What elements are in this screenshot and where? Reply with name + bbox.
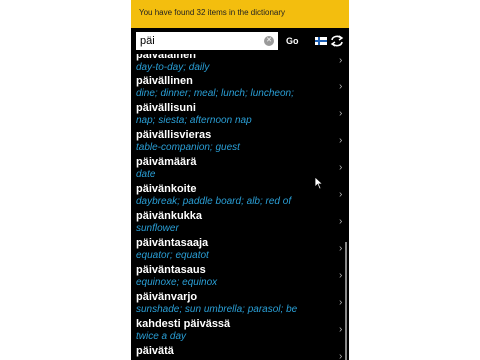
translation: table-companion; guest — [136, 142, 240, 153]
list-item[interactable]: päivällinen dine; dinner; meal; lunch; l… — [131, 74, 349, 101]
headword: päiväntasaaja — [136, 237, 209, 249]
chevron-right-icon: › — [339, 270, 343, 281]
translation: twice a day — [136, 331, 187, 342]
chevron-right-icon: › — [339, 351, 343, 360]
search-input[interactable] — [136, 32, 278, 50]
headword: päivänkoite — [136, 183, 197, 195]
chevron-right-icon: › — [339, 243, 343, 254]
headword: päivänkukka — [136, 210, 203, 222]
list-item[interactable]: päivällisuni nap; siesta; afternoon nap … — [131, 101, 349, 128]
list-item[interactable]: päivänvarjo sunshade; sun umbrella; para… — [131, 290, 349, 317]
translation: sunshade; sun umbrella; parasol; be — [136, 304, 298, 315]
clear-icon[interactable]: ✕ — [264, 36, 274, 46]
headword: päivällisvieras — [136, 129, 212, 141]
headword: päivällinen — [136, 75, 193, 87]
translation: nap; siesta; afternoon nap — [136, 115, 252, 126]
chevron-right-icon: › — [339, 108, 343, 119]
left-margin — [0, 0, 131, 360]
go-button[interactable]: Go — [286, 36, 299, 46]
results-list: päivälainen day-to-day; daily › päivälli… — [131, 54, 349, 360]
list-item[interactable]: päivänkukka sunflower › — [131, 209, 349, 236]
search-bar: ✕ Go — [131, 28, 349, 54]
headword: päivänvarjo — [136, 291, 198, 303]
headword: päivällisuni — [136, 102, 196, 114]
chevron-right-icon: › — [339, 324, 343, 335]
swap-languages-icon[interactable] — [330, 35, 344, 47]
chevron-right-icon: › — [339, 216, 343, 227]
results-banner: You have found 32 items in the dictionar… — [131, 0, 349, 28]
chevron-right-icon: › — [339, 189, 343, 200]
list-item[interactable]: päiväntasaaja equator; equatot › — [131, 236, 349, 263]
translation: daybreak; paddle board; alb; red of — [136, 196, 292, 207]
scrollbar[interactable] — [345, 242, 347, 360]
list-item[interactable]: päiväntasaus equinoxe; equinox › — [131, 263, 349, 290]
finnish-flag-icon[interactable] — [315, 37, 327, 45]
translation: date — [136, 169, 156, 180]
list-item[interactable]: päivällisvieras table-companion; guest › — [131, 128, 349, 155]
list-item[interactable]: kahdesti päivässä twice a day › — [131, 317, 349, 344]
results-count-message: You have found 32 items in the dictionar… — [139, 8, 286, 17]
mouse-cursor-icon — [314, 176, 324, 190]
headword: päivätä — [136, 345, 174, 357]
chevron-right-icon: › — [339, 162, 343, 173]
list-item[interactable]: päivälainen day-to-day; daily › — [131, 54, 349, 75]
right-margin — [349, 0, 480, 360]
chevron-right-icon: › — [339, 81, 343, 92]
translation: day-to-day; daily — [136, 62, 210, 73]
translation: dine; dinner; meal; lunch; luncheon; — [136, 88, 294, 99]
chevron-right-icon: › — [339, 297, 343, 308]
translation: sunflower — [136, 223, 179, 234]
chevron-right-icon: › — [339, 135, 343, 146]
headword: päivämäärä — [136, 156, 197, 168]
list-item[interactable]: päivätä › — [131, 344, 349, 360]
chevron-right-icon: › — [339, 55, 343, 66]
headword: päiväntasaus — [136, 264, 206, 276]
translation: equator; equatot — [136, 250, 209, 261]
translation: equinoxe; equinox — [136, 277, 218, 288]
dictionary-app: You have found 32 items in the dictionar… — [131, 0, 349, 360]
headword: kahdesti päivässä — [136, 318, 231, 330]
